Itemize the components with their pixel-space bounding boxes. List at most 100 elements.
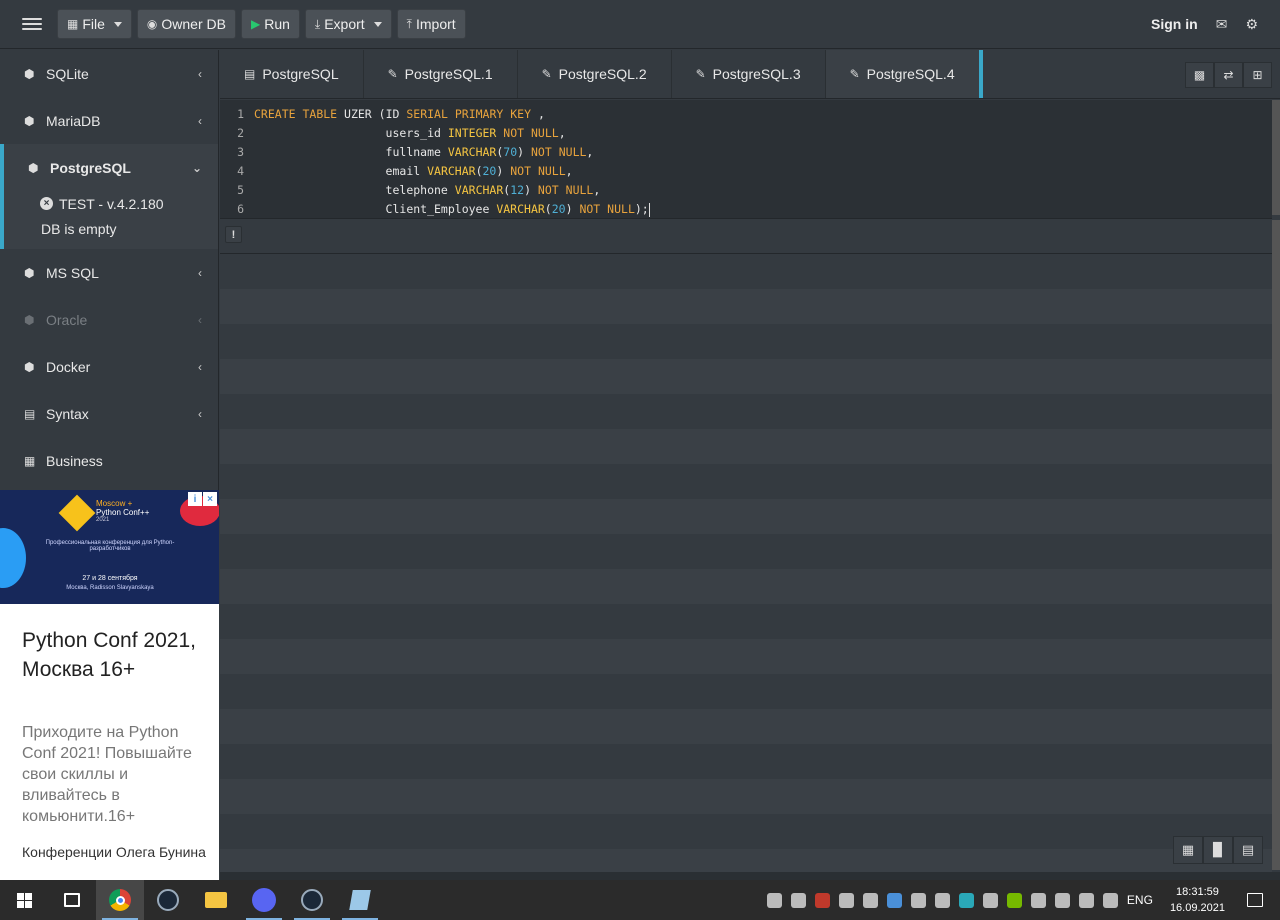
envelope-icon[interactable]: ✉ — [1216, 16, 1228, 33]
ad-info-icon[interactable]: i — [188, 492, 202, 506]
taskbar-steam[interactable] — [144, 880, 192, 920]
chevron-left-icon: ‹ — [198, 66, 202, 81]
sidebar-item-label: Oracle — [46, 311, 88, 328]
sign-in-link[interactable]: Sign in — [1151, 16, 1198, 32]
splitter-bar[interactable]: ! — [220, 218, 1272, 254]
tray-app-icon[interactable] — [838, 892, 854, 908]
close-circle-icon[interactable]: × — [40, 197, 53, 210]
taskbar-explorer[interactable] — [192, 880, 240, 920]
edit-icon: ✎ — [387, 67, 398, 81]
epic-games-icon[interactable] — [766, 892, 782, 908]
volume-icon[interactable] — [1054, 892, 1070, 908]
clock-time: 18:31:59 — [1176, 886, 1219, 898]
upload-icon: ⤒ — [406, 16, 412, 31]
ad-source[interactable]: Конференции Олега Бунина — [22, 842, 212, 862]
sidebar-item-syntax[interactable]: ▤ Syntax ‹ — [0, 390, 218, 437]
ad-shape — [58, 494, 96, 532]
exclamation-icon[interactable]: ! — [225, 226, 242, 243]
tray-app-icon[interactable] — [790, 892, 806, 908]
play-icon: ▶ — [250, 17, 261, 31]
add-tab-icon[interactable]: ⊞ — [1243, 62, 1272, 88]
code-line[interactable]: email VARCHAR(20) NOT NULL, — [254, 162, 650, 181]
owner-db-button[interactable]: ◉ Owner DB — [136, 9, 236, 39]
save-icon[interactable]: ▩ — [1185, 62, 1214, 88]
advertisement[interactable]: Moscow + Python Conf++ 2021 Профессионал… — [0, 490, 219, 880]
export-label: Export — [324, 16, 365, 32]
run-button[interactable]: ▶ Run — [240, 9, 300, 39]
tab-postgresql-2[interactable]: ✎ PostgreSQL.2 — [518, 50, 672, 98]
tab-postgresql[interactable]: ▤ PostgreSQL — [220, 50, 364, 98]
chart-view-icon[interactable]: ▉ — [1203, 836, 1233, 864]
language-indicator[interactable]: ENG — [1127, 893, 1153, 907]
code-line[interactable]: Client_Employee VARCHAR(20) NOT NULL); — [254, 200, 650, 219]
horizontal-scrollbar[interactable] — [220, 872, 1280, 880]
import-button[interactable]: ⤒ Import — [396, 9, 466, 39]
shield-icon[interactable] — [934, 892, 950, 908]
sidebar-item-mssql[interactable]: ⬢ MS SQL ‹ — [0, 249, 218, 296]
ad-title[interactable]: Python Conf 2021, Москва 16+ — [22, 626, 212, 684]
code-line[interactable]: users_id INTEGER NOT NULL, — [254, 124, 650, 143]
tab-postgresql-1[interactable]: ✎ PostgreSQL.1 — [364, 50, 518, 98]
taskbar-chrome[interactable] — [96, 880, 144, 920]
gear-icon[interactable]: ⚙ — [1245, 16, 1258, 33]
keyboard-icon[interactable] — [1102, 892, 1118, 908]
tray-app-icon[interactable] — [886, 892, 902, 908]
start-button[interactable] — [0, 880, 48, 920]
download-icon: ⤓ — [314, 16, 321, 31]
tab-postgresql-4[interactable]: ✎ PostgreSQL.4 — [825, 50, 983, 98]
table-view-icon[interactable]: ▦ — [1173, 836, 1203, 864]
ad-description: Приходите на Python Conf 2021! Повышайте… — [22, 724, 192, 825]
tray-app-icon[interactable] — [958, 892, 974, 908]
windows-logo-icon — [16, 892, 32, 908]
db-status-label: DB is empty — [41, 220, 117, 237]
pen-icon[interactable] — [1078, 892, 1094, 908]
sidebar-item-business[interactable]: ▦ Business — [0, 437, 218, 484]
import-label: Import — [415, 16, 456, 32]
book-view-icon[interactable]: ▤ — [1233, 836, 1263, 864]
taskbar-notepad[interactable] — [336, 880, 384, 920]
export-button[interactable]: ⤓ Export — [304, 9, 392, 39]
clock[interactable]: 18:31:59 16.09.2021 — [1170, 884, 1225, 916]
sidebar-item-oracle[interactable]: ⬢ Oracle ‹ — [0, 296, 218, 343]
db-version-item[interactable]: × TEST - v.4.2.180 — [4, 191, 218, 216]
task-view-button[interactable] — [48, 880, 96, 920]
sidebar-item-postgresql[interactable]: ⬢ PostgreSQL ⌄ — [4, 144, 218, 191]
sidebar-item-sqlite[interactable]: ⬢ SQLite ‹ — [0, 50, 218, 97]
chrome-tray-icon[interactable] — [910, 892, 926, 908]
ad-banner-image[interactable]: Moscow + Python Conf++ 2021 Профессионал… — [0, 490, 219, 604]
ad-banner-text: Python Conf++ — [96, 508, 150, 517]
steam-icon — [157, 889, 179, 911]
task-view-icon — [64, 893, 80, 907]
nvidia-icon[interactable] — [1006, 892, 1022, 908]
sidebar-item-docker[interactable]: ⬢ Docker ‹ — [0, 343, 218, 390]
results-scrollbar[interactable] — [1272, 220, 1280, 870]
caret-down-icon — [373, 21, 382, 27]
owner-db-label: Owner DB — [161, 16, 226, 32]
line-number: 2 — [237, 126, 244, 140]
ad-banner-place: Москва, Radisson Slavyanskaya — [66, 585, 154, 591]
code-area[interactable]: CREATE TABLE UZER (ID SERIAL PRIMARY KEY… — [254, 105, 650, 219]
discord-tray-icon[interactable] — [862, 892, 878, 908]
refresh-icon[interactable]: ⇄ — [1214, 62, 1243, 88]
code-line[interactable]: telephone VARCHAR(12) NOT NULL, — [254, 181, 650, 200]
sql-editor[interactable]: 1 2 3 4 5 6 CREATE TABLE UZER (ID SERIAL… — [220, 100, 1272, 218]
caret-down-icon — [113, 21, 122, 27]
taskbar-discord[interactable] — [240, 880, 288, 920]
sidebar-group-postgresql: ⬢ PostgreSQL ⌄ × TEST - v.4.2.180 DB is … — [0, 144, 218, 249]
taskbar-steam-2[interactable] — [288, 880, 336, 920]
editor-scrollbar[interactable] — [1272, 100, 1280, 215]
notification-center-button[interactable] — [1234, 880, 1276, 920]
ad-banner-subtitle: Профессиональная конференция для Python-… — [45, 540, 175, 552]
network-icon[interactable] — [1030, 892, 1046, 908]
code-line[interactable]: CREATE TABLE UZER (ID SERIAL PRIMARY KEY… — [254, 105, 650, 124]
tab-postgresql-3[interactable]: ✎ PostgreSQL.3 — [672, 50, 826, 98]
sidebar-item-label: Syntax — [46, 405, 89, 422]
tray-app-icon[interactable] — [814, 892, 830, 908]
ad-close-icon[interactable]: × — [203, 492, 217, 506]
sidebar-item-label: MariaDB — [46, 112, 101, 129]
sidebar-item-mariadb[interactable]: ⬢ MariaDB ‹ — [0, 97, 218, 144]
code-line[interactable]: fullname VARCHAR(70) NOT NULL, — [254, 143, 650, 162]
hamburger-menu-icon[interactable] — [22, 18, 42, 30]
file-menu-button[interactable]: ▦ File — [57, 9, 132, 39]
steam-tray-icon[interactable] — [982, 892, 998, 908]
